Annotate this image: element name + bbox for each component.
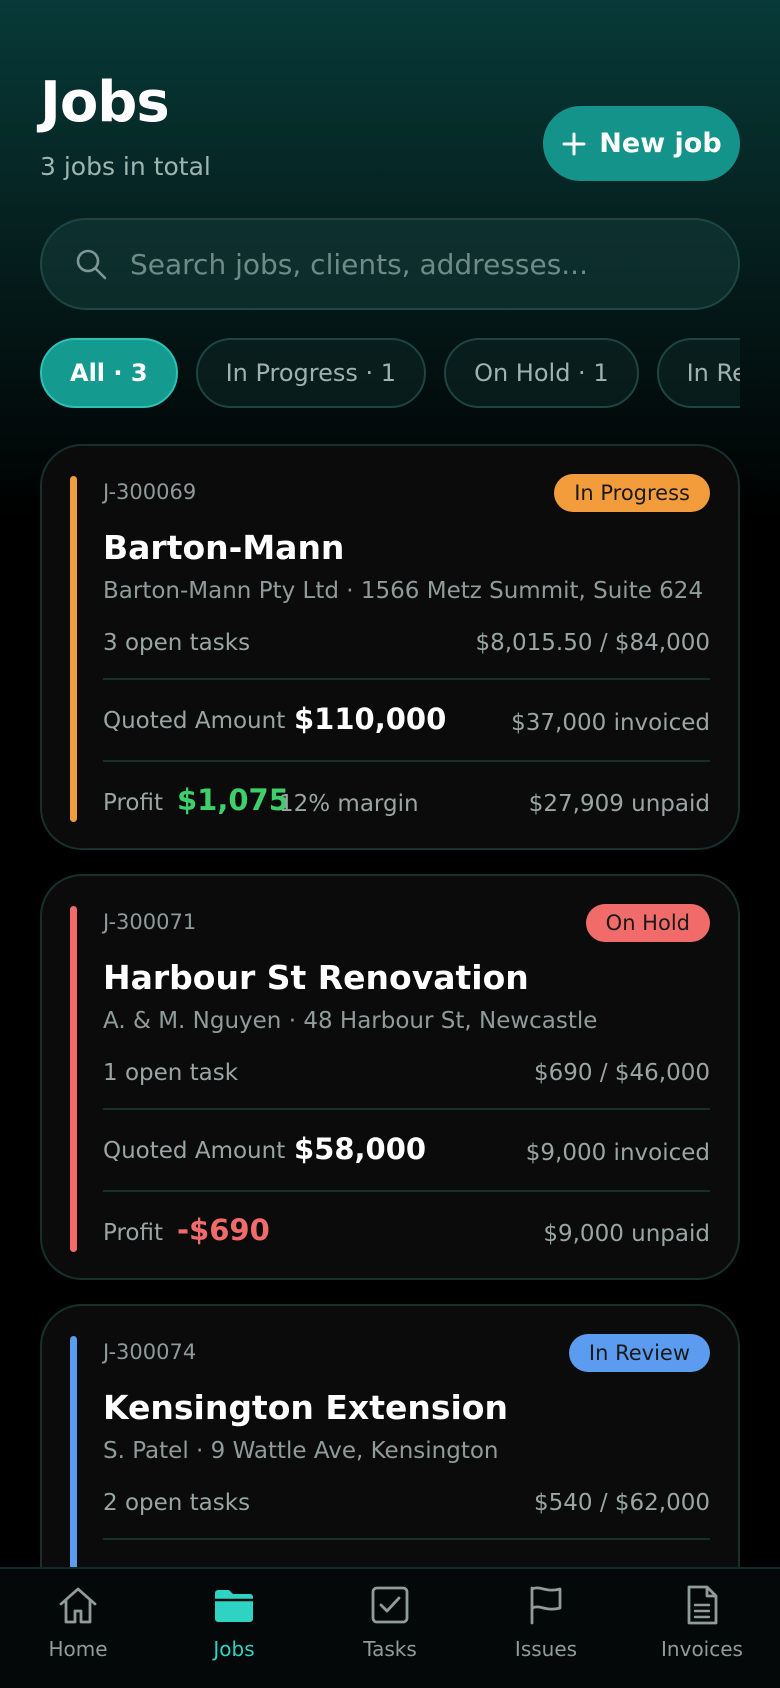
page-title: Jobs xyxy=(40,70,170,135)
plus-icon xyxy=(562,132,586,155)
open-tasks-count: 2 open tasks xyxy=(103,1490,251,1516)
open-tasks-count: 1 open task xyxy=(103,1060,239,1086)
quoted-amount-label: Quoted Amount xyxy=(103,1138,286,1164)
status-accent-bar xyxy=(70,906,77,1252)
tab-label: Tasks xyxy=(363,1637,417,1661)
invoiced-amount: $37,000 invoiced xyxy=(511,710,710,736)
status-badge: In Progress xyxy=(554,474,710,512)
job-card[interactable]: J-300069 In Progress Barton-Mann Barton-… xyxy=(40,444,740,850)
document-icon xyxy=(687,1585,718,1625)
unpaid-amount: $9,000 unpaid xyxy=(543,1221,710,1247)
divider xyxy=(103,1108,710,1110)
filter-chip-all[interactable]: All · 3 xyxy=(40,338,178,408)
filter-chip-in-review[interactable]: In Review · 1 xyxy=(656,338,740,408)
tab-tasks[interactable]: Tasks xyxy=(312,1569,468,1688)
divider xyxy=(103,678,710,680)
filter-chip-in-progress[interactable]: In Progress · 1 xyxy=(195,338,427,408)
cost-budget: $540 / $62,000 xyxy=(533,1490,710,1516)
search-input[interactable] xyxy=(130,247,690,281)
unpaid-amount: $27,909 unpaid xyxy=(528,791,710,817)
profit-value: -$690 xyxy=(177,1213,270,1247)
tab-home[interactable]: Home xyxy=(0,1569,156,1688)
status-badge: In Review xyxy=(568,1334,710,1372)
flag-icon xyxy=(530,1586,562,1625)
profit-value: $1,075 xyxy=(177,783,289,817)
checkbox-icon xyxy=(371,1586,409,1624)
tab-label: Jobs xyxy=(213,1637,255,1661)
job-client-address: Barton-Mann Pty Ltd · 1566 Metz Summit, … xyxy=(103,578,704,604)
job-id: J-300071 xyxy=(103,910,197,934)
divider xyxy=(103,760,710,762)
open-tasks-count: 3 open tasks xyxy=(103,630,251,656)
tab-label: Home xyxy=(48,1637,108,1661)
status-accent-bar xyxy=(70,476,77,822)
job-client-address: A. & M. Nguyen · 48 Harbour St, Newcastl… xyxy=(103,1008,598,1034)
profit-margin: 12% margin xyxy=(279,791,419,817)
new-job-label: New job xyxy=(599,128,722,159)
quoted-amount-label: Quoted Amount xyxy=(103,708,286,734)
bottom-tab-bar: Home Jobs Tasks Issues Invoices xyxy=(0,1567,780,1688)
tab-label: Issues xyxy=(514,1637,578,1661)
search-bar[interactable] xyxy=(40,218,740,310)
jobs-screen: Jobs 3 jobs in total New job All · 3 In … xyxy=(0,0,780,1688)
status-filter-chips: All · 3 In Progress · 1 On Hold · 1 In R… xyxy=(40,338,740,408)
tab-invoices[interactable]: Invoices xyxy=(624,1569,780,1688)
job-id: J-300069 xyxy=(103,480,197,504)
cost-budget: $8,015.50 / $84,000 xyxy=(475,630,710,656)
job-id: J-300074 xyxy=(103,1340,197,1364)
cost-budget: $690 / $46,000 xyxy=(533,1060,710,1086)
job-count: 3 jobs in total xyxy=(40,152,211,181)
folder-icon xyxy=(215,1590,253,1622)
quoted-amount-value: $58,000 xyxy=(294,1132,427,1166)
tab-issues[interactable]: Issues xyxy=(468,1569,624,1688)
quoted-amount-value: $110,000 xyxy=(294,702,447,736)
tab-jobs[interactable]: Jobs xyxy=(156,1569,312,1688)
filter-chip-on-hold[interactable]: On Hold · 1 xyxy=(444,338,639,408)
divider xyxy=(103,1538,710,1540)
tab-label: Invoices xyxy=(661,1637,743,1661)
invoiced-amount: $9,000 invoiced xyxy=(525,1140,710,1166)
home-icon xyxy=(59,1587,97,1624)
profit-label: Profit xyxy=(103,790,163,816)
job-name: Harbour St Renovation xyxy=(103,958,529,997)
profit-label: Profit xyxy=(103,1220,163,1246)
job-card[interactable]: J-300071 On Hold Harbour St Renovation A… xyxy=(40,874,740,1280)
search-icon xyxy=(76,249,107,280)
job-client-address: S. Patel · 9 Wattle Ave, Kensington xyxy=(103,1438,499,1464)
job-name: Kensington Extension xyxy=(103,1388,508,1427)
status-badge: On Hold xyxy=(585,904,710,942)
new-job-button[interactable]: New job xyxy=(543,106,740,181)
divider xyxy=(103,1190,710,1192)
job-name: Barton-Mann xyxy=(103,528,345,567)
